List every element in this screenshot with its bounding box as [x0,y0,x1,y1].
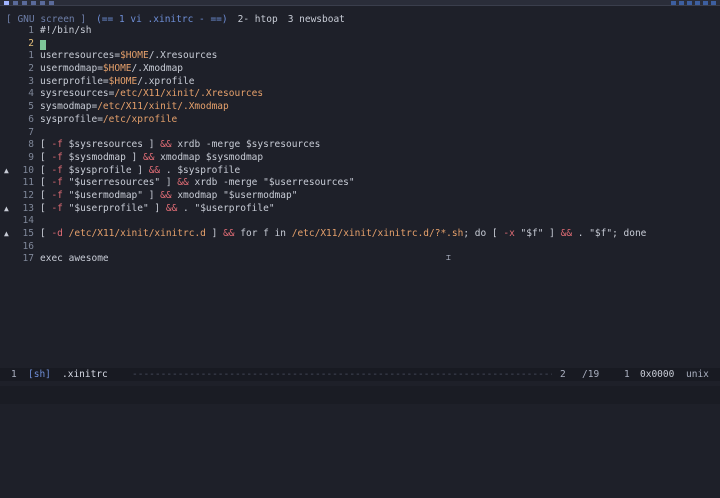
code-line[interactable]: 3 userprofile=$HOME/.xprofile [0,76,720,89]
code-line[interactable]: 11 [ -f "$userresources" ] && xrdb -merge… [0,177,720,190]
buffer-number: 1 [11,369,17,380]
line-number: 11 [22,177,34,189]
code-line[interactable]: ▲ 13 [ -f "$userprofile" ] && . "$userprof… [0,203,720,216]
warning-sign-icon: ▲ [4,229,9,238]
code-line[interactable]: ▲ 10 [ -f $sysprofile ] && . $sysprofile [0,165,720,178]
code-text: sysprofile=/etc/xprofile [40,113,178,125]
code-text: [ -f $sysresources ] && xrdb -merge $sys… [40,139,321,151]
tray-icon[interactable] [671,0,676,5]
line-number: 5 [28,101,34,113]
code-text: [ -f $sysmodmap ] && xmodmap $sysmodmap [40,151,264,163]
code-line[interactable]: 1 #!/bin/sh [0,25,720,38]
vim-status-line: 1 [sh] .xinitrc ------------------------… [0,368,720,381]
code-line[interactable]: 1 userresources=$HOME/.Xresources [0,50,720,63]
tray-icon[interactable] [695,0,700,5]
workspace-indicator[interactable] [31,0,36,5]
text-cursor [40,39,46,50]
code-line[interactable]: 8 [ -f $sysresources ] && xrdb -merge $sy… [0,139,720,152]
code-text: #!/bin/sh [40,25,92,36]
code-line[interactable]: 5 sysmodmap=/etc/X11/xinit/.Xmodmap [0,101,720,114]
tray-icon[interactable] [687,0,692,5]
workspace-indicator[interactable] [13,0,18,5]
line-number: 2 [28,37,34,49]
code-line[interactable]: 2 [0,38,720,51]
code-line[interactable]: 4 sysresources=/etc/X11/xinit/.Xresources [0,88,720,101]
workspace-indicator[interactable] [40,0,45,5]
line-number: 4 [28,88,34,100]
tray-icon[interactable] [711,0,716,5]
code-line[interactable]: 12 [ -f "$usermodmap" ] && xmodmap "$user… [0,190,720,203]
line-number: 12 [22,189,34,201]
code-line[interactable]: 6 sysprofile=/etc/xprofile [0,114,720,127]
warning-sign-icon: ▲ [4,203,9,213]
line-number: 2 [28,63,34,75]
line-number: 1 [28,50,34,62]
code-text: [ -d /etc/X11/xinit/xinitrc.d ] && for f… [40,228,647,239]
line-number: 9 [28,151,34,163]
code-text: userprofile=$HOME/.xprofile [40,75,195,87]
code-text: usermodmap=$HOME/.Xmodmap [40,63,184,75]
code-text: [ -f "$userresources" ] && xrdb -merge "… [40,177,355,189]
code-line[interactable]: 7 [0,127,720,140]
tray-icon[interactable] [703,0,708,5]
line-number: 3 [28,75,34,87]
code-line[interactable]: 2 usermodmap=$HOME/.Xmodmap [0,63,720,76]
line-number: 7 [28,126,34,138]
desktop-top-panel [0,0,720,6]
status-filler: ----------------------------------------… [132,369,552,380]
command-line[interactable] [0,386,720,404]
code-line[interactable]: ▲ 15 [ -d /etc/X11/xinit/xinitrc.d ] && fo… [0,228,720,241]
workspace-indicator[interactable] [4,0,9,5]
system-tray [671,0,720,5]
line-number: 15 [22,228,34,239]
code-line[interactable]: 9 [ -f $sysmodmap ] && xmodmap $sysmodmap [0,152,720,165]
workspace-indicator[interactable] [49,0,54,5]
line-number: 8 [28,139,34,151]
line-number: 10 [22,164,34,176]
screen-window-3[interactable]: 3 newsboat [288,14,345,25]
code-text: [ -f "$usermodmap" ] && xmodmap "$usermo… [40,189,298,201]
code-text: [ -f $sysprofile ] && . $sysprofile [40,164,241,176]
line-number: 6 [28,113,34,125]
vim-editor-buffer[interactable]: 1 #!/bin/sh 2 1 userresources=$HOME/.Xresour… [0,25,720,266]
char-hex-value: 0x0000 [640,369,675,380]
screen-window-2[interactable]: 2- htop [238,14,278,25]
code-text: exec awesome [40,253,109,265]
code-text: userresources=$HOME/.Xresources [40,50,218,62]
screen-window-bar: [ GNU screen ] (== 1 vi .xinitrc - ==) 2… [0,12,720,26]
code-text: sysresources=/etc/X11/xinit/.Xresources [40,88,264,100]
line-number: 13 [22,202,34,214]
screen-title: [ GNU screen ] [6,13,87,25]
warning-sign-icon: ▲ [4,165,9,175]
file-format: unix [686,369,709,380]
code-text: [ -f "$userprofile" ] && . "$userprofile… [40,202,275,214]
code-line[interactable]: 16 [0,241,720,254]
line-total: /19 [582,369,600,380]
code-line[interactable]: 17 exec awesome [0,253,720,266]
line-number: 16 [22,240,34,252]
line-number: 1 [28,25,34,36]
screen-window-1[interactable]: (== 1 vi .xinitrc - ==) [96,14,228,25]
code-line[interactable]: 14 [0,215,720,228]
mouse-pointer-icon: ⌶ [446,253,451,262]
file-name: .xinitrc [62,369,108,380]
cursor-line: 2 [560,369,566,380]
workspace-indicator[interactable] [22,0,27,5]
line-number: 14 [22,215,34,227]
tray-icon[interactable] [679,0,684,5]
line-number: 17 [22,253,34,265]
cursor-column: 1 [624,369,630,380]
filetype-indicator: [sh] [28,369,51,380]
code-text: sysmodmap=/etc/X11/xinit/.Xmodmap [40,101,229,113]
